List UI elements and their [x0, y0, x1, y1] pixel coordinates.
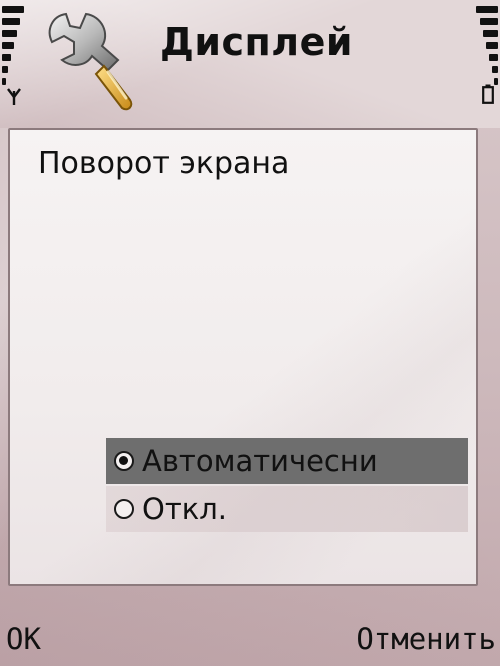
softkey-bar: OK Отменить: [0, 612, 500, 666]
ok-softkey[interactable]: OK: [6, 622, 41, 656]
option-list: Автоматичесни Откл.: [106, 438, 468, 534]
settings-dialog: Поворот экрана Автоматичесни Откл.: [8, 128, 478, 586]
option-label: Откл.: [142, 492, 227, 526]
signal-strength-icon: [2, 6, 24, 85]
radio-selected-icon: [114, 451, 134, 471]
page-title: Дисплей: [160, 20, 353, 64]
battery-icon: [482, 84, 494, 104]
option-label: Автоматичесни: [142, 444, 378, 478]
option-automatic[interactable]: Автоматичесни: [106, 438, 468, 484]
cancel-softkey[interactable]: Отменить: [356, 622, 496, 656]
battery-level-icon: [476, 6, 498, 85]
radio-unselected-icon: [114, 499, 134, 519]
wrench-settings-icon: [48, 12, 133, 111]
antenna-icon: [7, 88, 21, 105]
title-bar: Дисплей: [0, 0, 500, 128]
setting-label: Поворот экрана: [38, 146, 290, 181]
option-off[interactable]: Откл.: [106, 486, 468, 532]
